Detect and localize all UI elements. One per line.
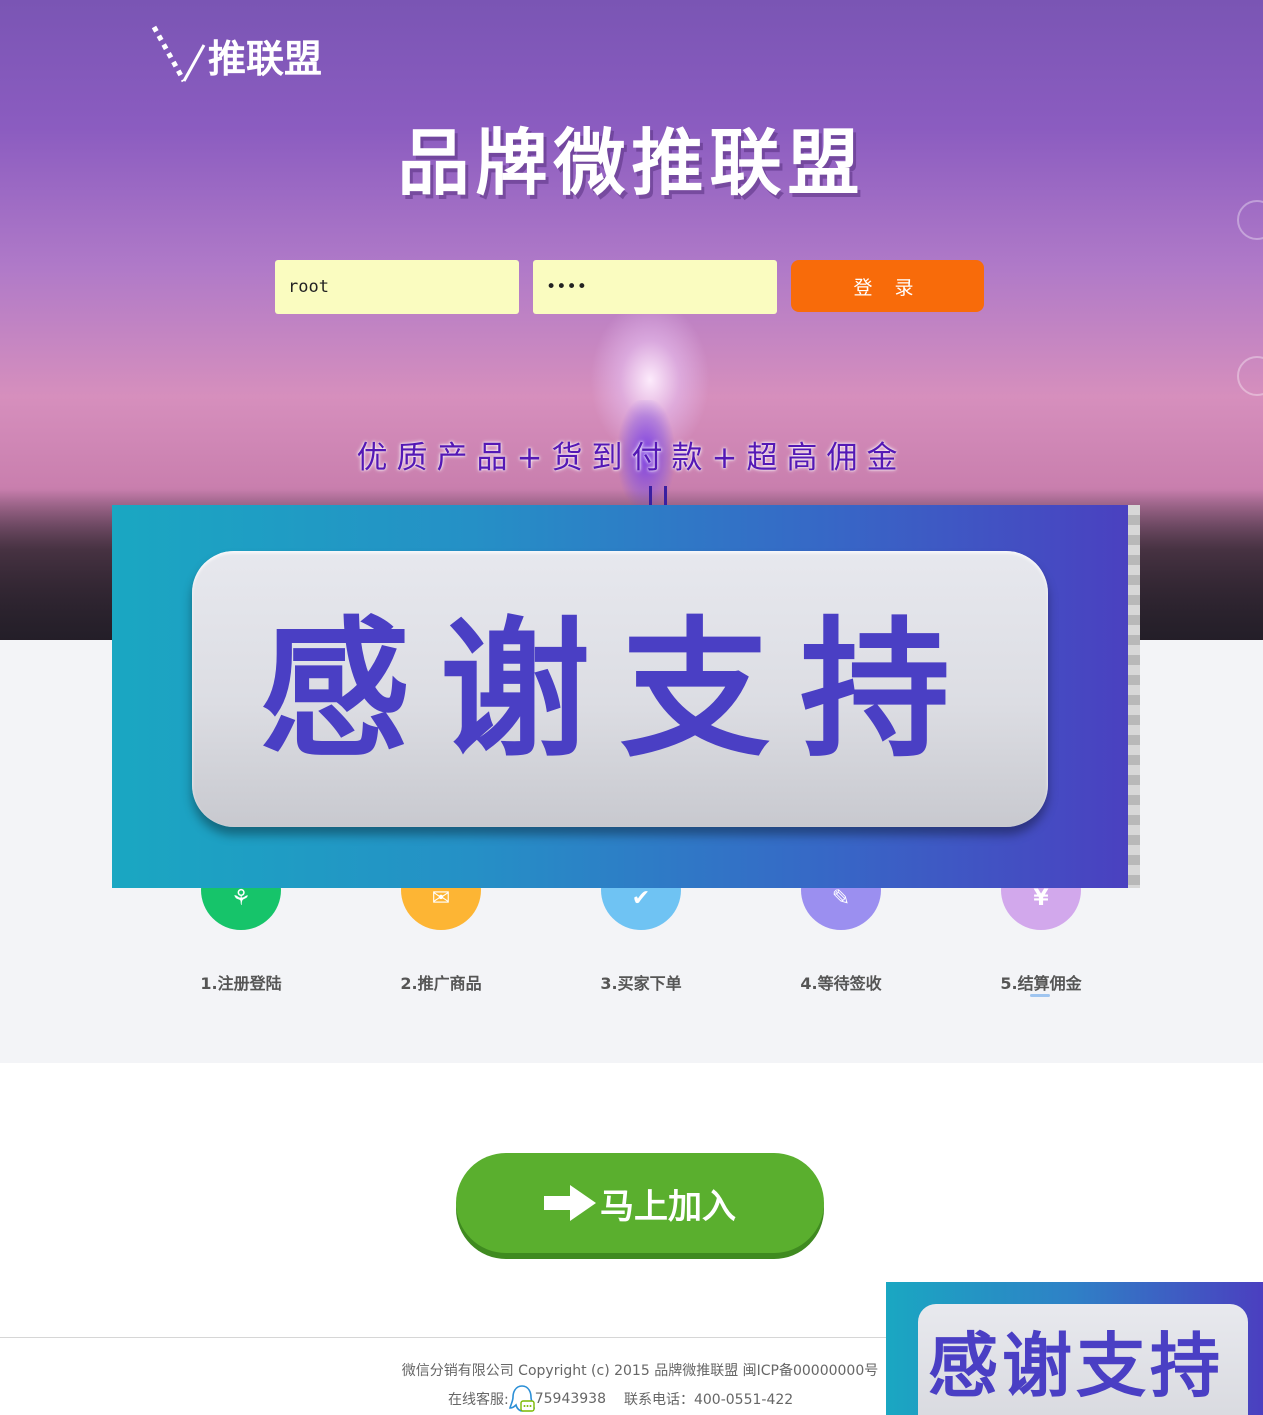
- thanks-text: 感谢支持: [259, 604, 980, 778]
- footer-contact: 在线客服: 75943938 联系电话：400-0551-422: [448, 1384, 793, 1414]
- thanks-overlay-mini[interactable]: 感谢支持: [886, 1282, 1263, 1415]
- step-label: 4.等待签收: [800, 974, 882, 993]
- step-label: 5.结算佣金: [1000, 974, 1082, 993]
- logo-text: 推联盟: [208, 36, 323, 81]
- scroll-indicator-icon: [649, 486, 667, 506]
- overlay-edge: [1128, 505, 1140, 888]
- hero-arc-decoration: [1237, 356, 1263, 396]
- join-now-label: 马上加入: [600, 1186, 736, 1227]
- thanks-text-mini: 感谢支持: [928, 1325, 1224, 1407]
- thanks-overlay[interactable]: 感谢支持: [112, 505, 1140, 888]
- qq-number[interactable]: 75943938: [535, 1391, 606, 1407]
- thanks-card-mini: 感谢支持: [918, 1304, 1248, 1415]
- login-button[interactable]: 登 录: [791, 260, 984, 312]
- join-now-button[interactable]: 马上加入: [456, 1153, 824, 1253]
- step-indicator-dot: [1030, 994, 1050, 997]
- thanks-card: 感谢支持: [192, 551, 1048, 827]
- slogan: 优质产品+货到付款+超高佣金: [356, 440, 907, 476]
- logo[interactable]: 推联盟: [150, 24, 322, 86]
- page-headline: 品牌微推联盟: [397, 121, 866, 205]
- login-form: 登 录: [275, 260, 984, 314]
- service-label: 在线客服:: [448, 1392, 509, 1408]
- username-input[interactable]: [275, 260, 519, 314]
- password-input[interactable]: [533, 260, 777, 314]
- step-label: 2.推广商品: [400, 974, 482, 993]
- phone-number: 联系电话：400-0551-422: [623, 1392, 794, 1408]
- v-logo-icon: [151, 25, 206, 83]
- qq-icon[interactable]: [508, 1384, 535, 1414]
- step-label: 1.注册登陆: [200, 974, 282, 993]
- step-label: 3.买家下单: [600, 974, 682, 993]
- arrow-right-icon: [544, 1185, 596, 1221]
